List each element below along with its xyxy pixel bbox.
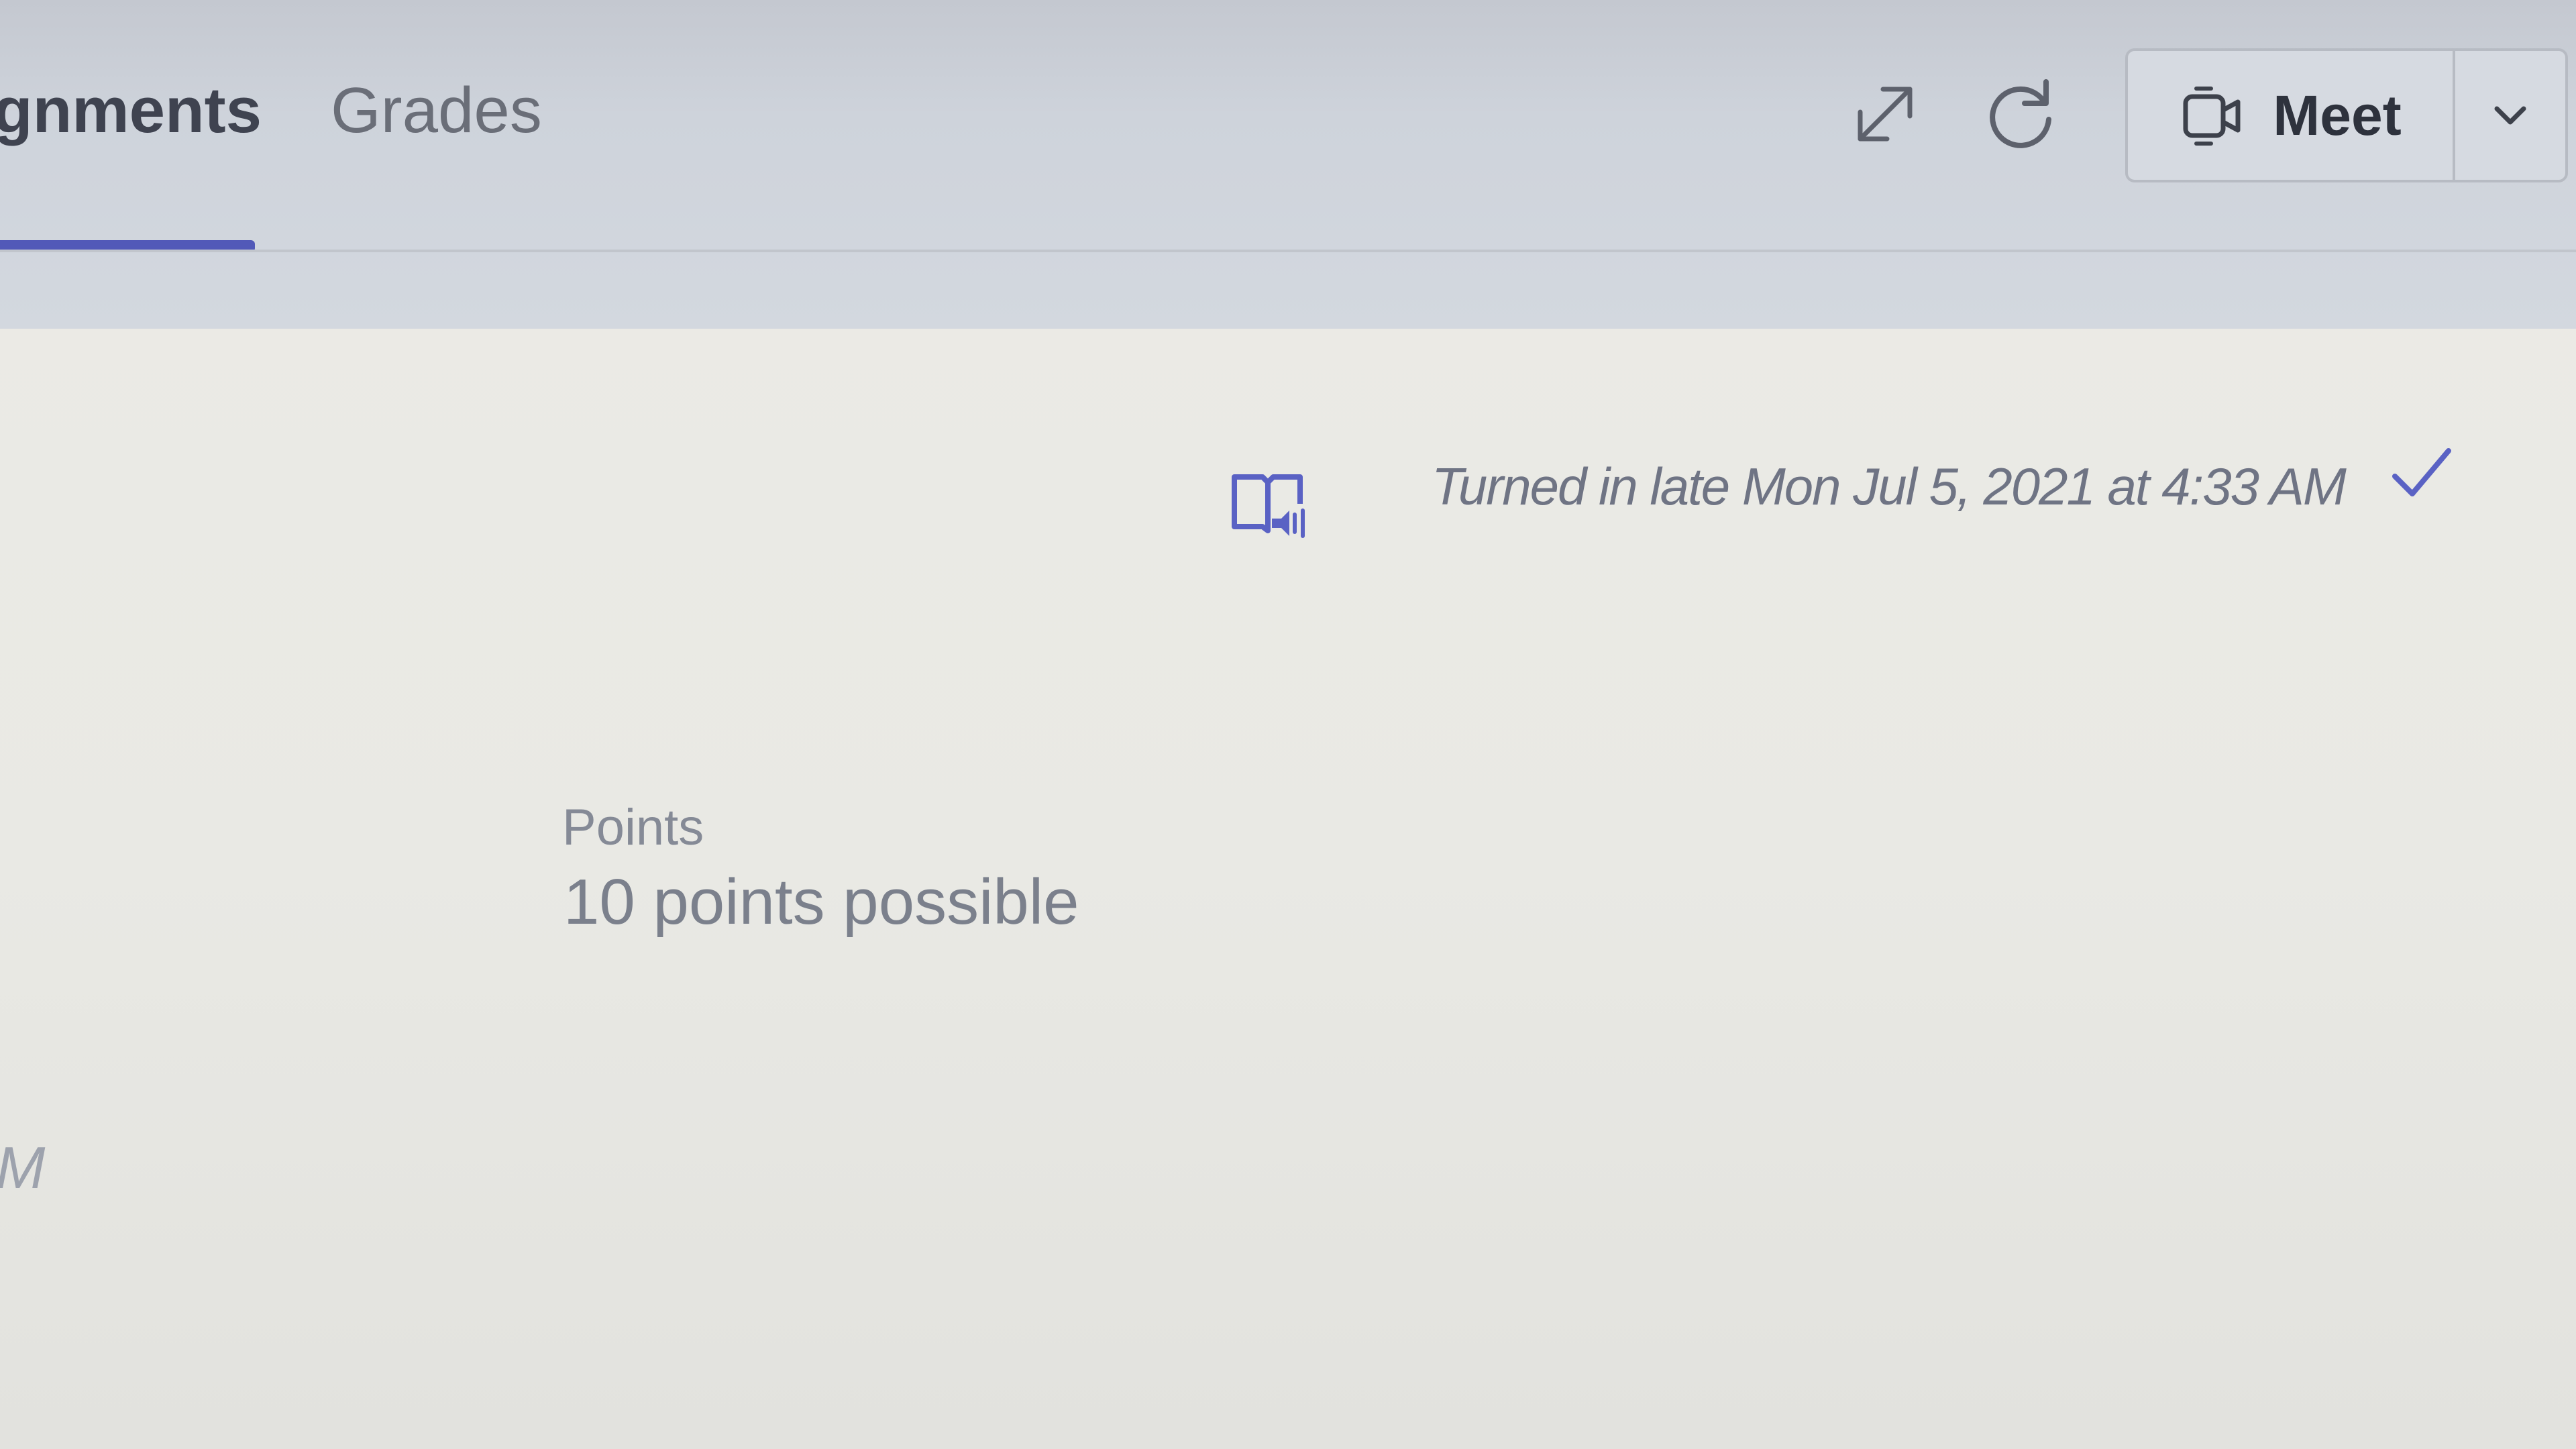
meet-button[interactable]: Meet — [2128, 51, 2453, 180]
meet-button-group: Meet — [2125, 48, 2568, 182]
immersive-reader-button[interactable] — [1221, 456, 1315, 550]
expand-button[interactable] — [1838, 67, 1932, 161]
submission-check — [2388, 443, 2455, 506]
points-label: Points — [562, 799, 704, 856]
chevron-down-icon — [2494, 106, 2526, 125]
meet-button-label: Meet — [2273, 83, 2402, 147]
header-divider — [0, 250, 2576, 252]
app-header: gnments Grades Meet — [0, 0, 2576, 329]
immersive-reader-icon — [1232, 474, 1305, 538]
meet-dropdown-button[interactable] — [2455, 51, 2565, 180]
tab-assignments[interactable]: gnments — [0, 74, 262, 148]
expand-icon — [1858, 87, 1913, 142]
refresh-icon — [1990, 79, 2051, 148]
submission-status: Turned in late Mon Jul 5, 2021 at 4:33 A… — [1432, 457, 2347, 516]
edge-text-fragment: M — [0, 1134, 46, 1201]
checkmark-icon — [2392, 448, 2451, 496]
tab-grades[interactable]: Grades — [331, 74, 542, 148]
refresh-button[interactable] — [1975, 67, 2069, 161]
video-camera-icon — [2183, 87, 2241, 146]
points-value: 10 points possible — [564, 866, 1079, 938]
